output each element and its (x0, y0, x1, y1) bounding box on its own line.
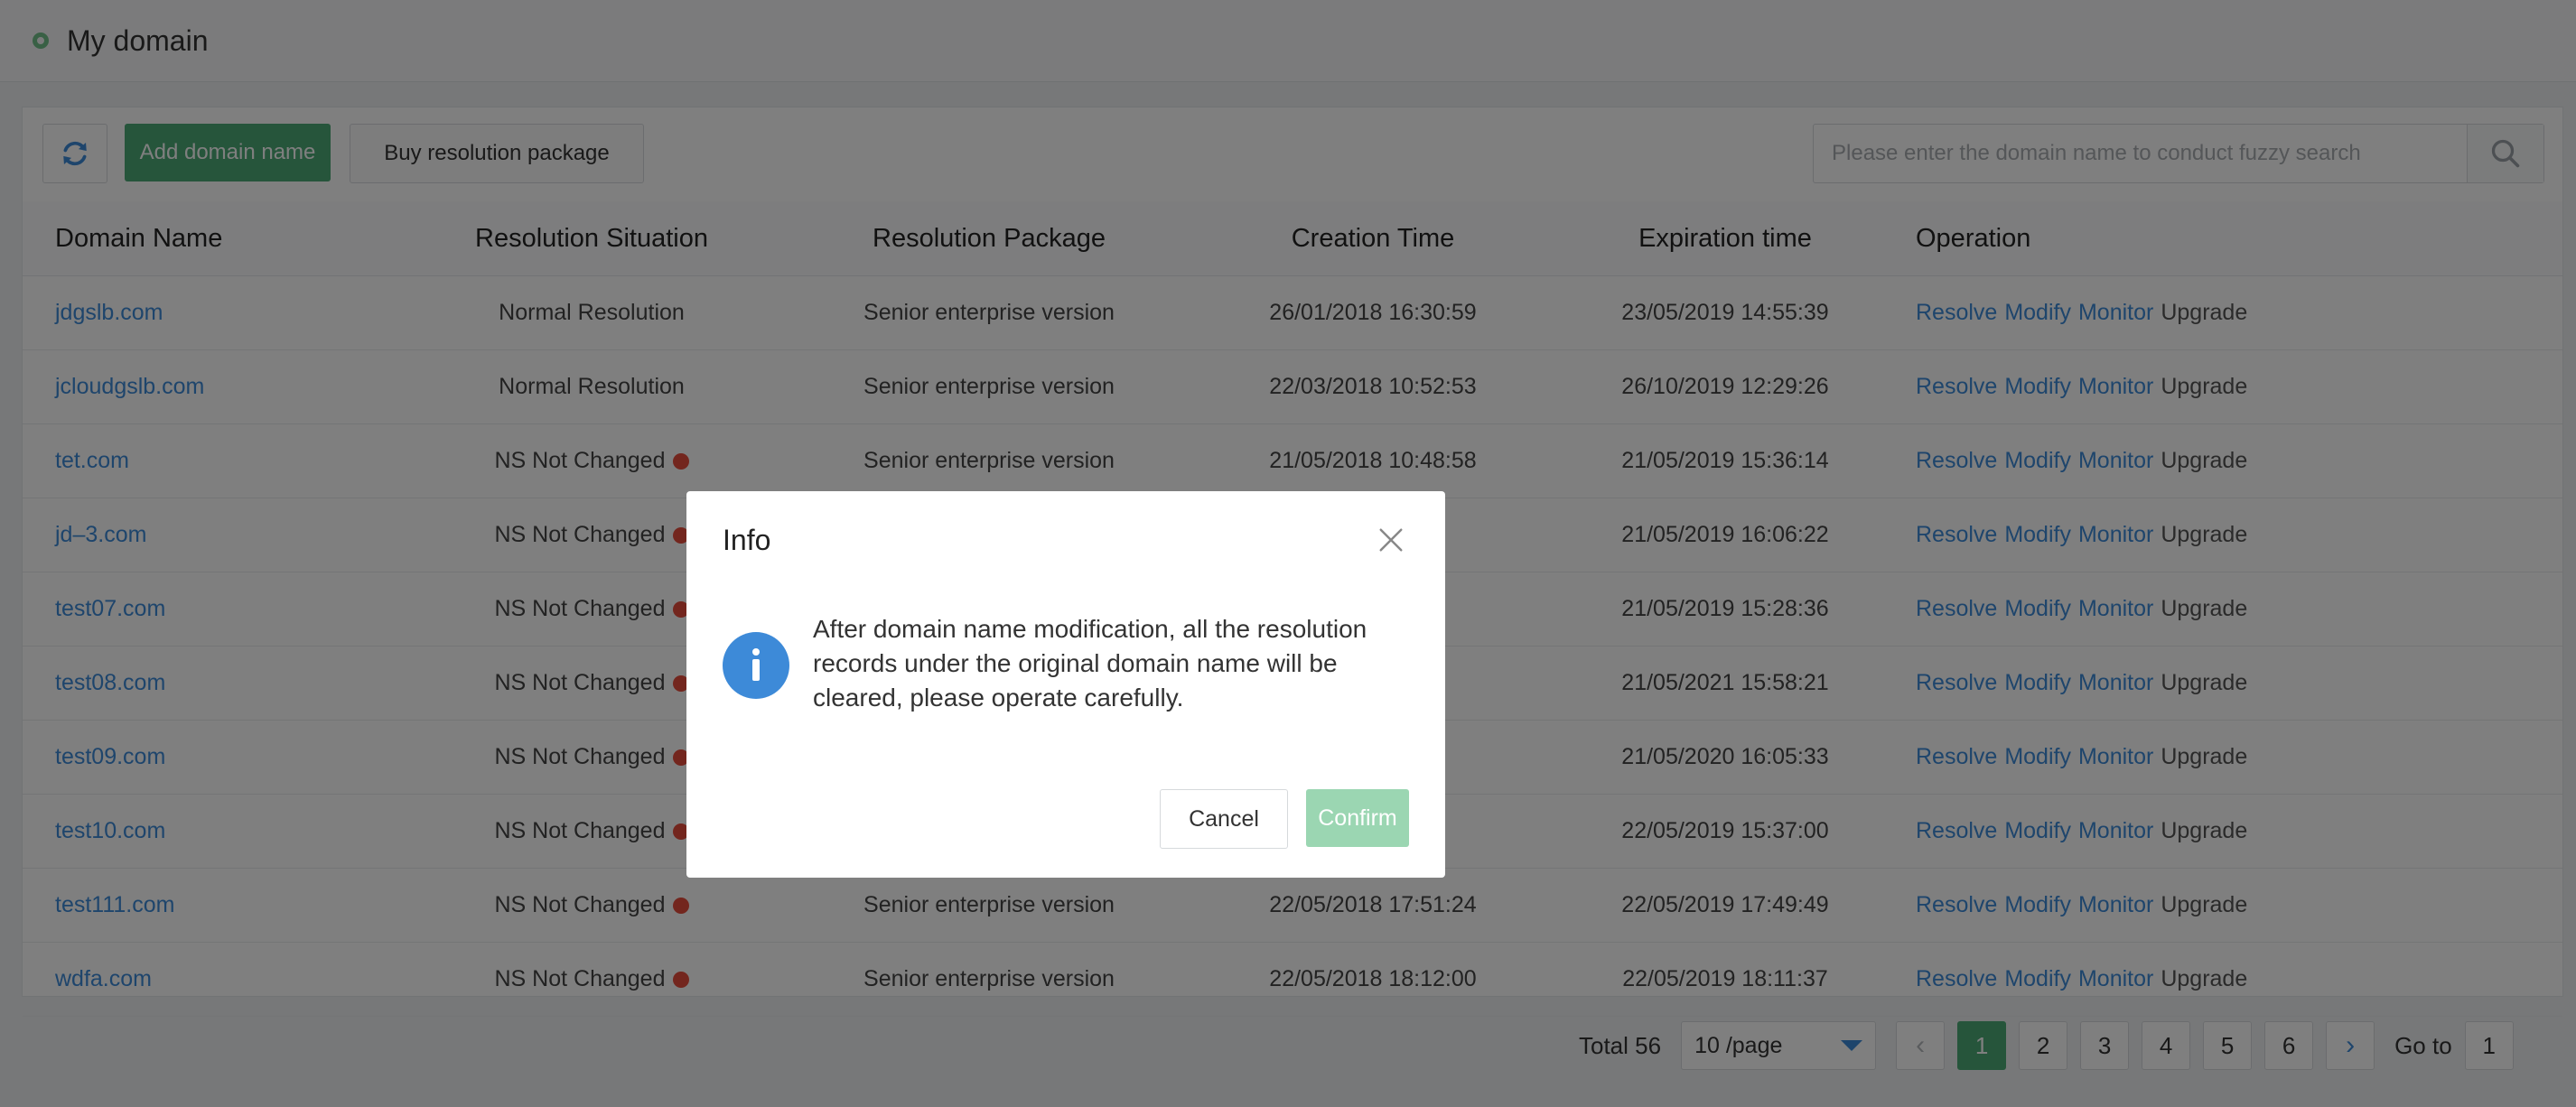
dialog-title: Info (723, 524, 771, 556)
dialog-message: After domain name modification, all the … (813, 615, 1367, 712)
info-dialog: Info After domain name modification, all… (686, 491, 1445, 878)
cancel-button[interactable]: Cancel (1160, 789, 1288, 849)
close-button[interactable] (1375, 524, 1407, 556)
close-icon (1379, 528, 1403, 552)
confirm-button[interactable]: Confirm (1306, 789, 1409, 847)
info-icon (723, 632, 789, 699)
